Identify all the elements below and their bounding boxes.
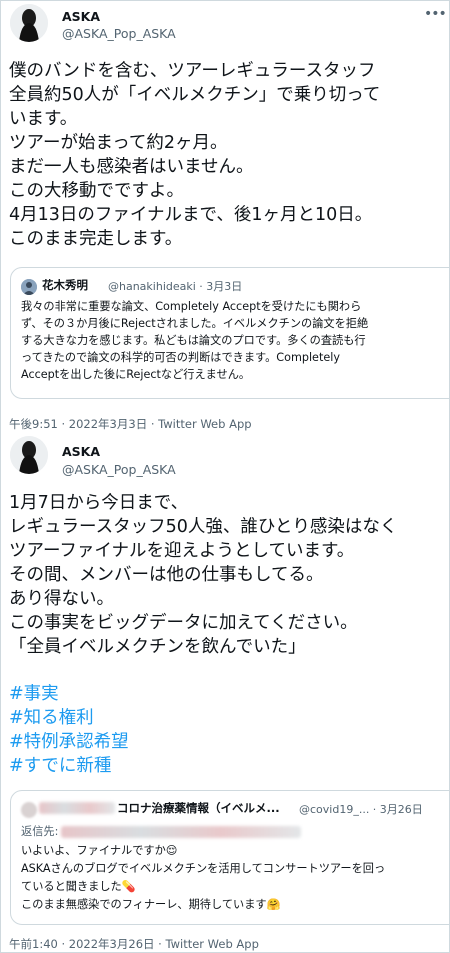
avatar[interactable] [10, 436, 48, 474]
blurred-name-redaction [39, 802, 115, 814]
quoted-tweet[interactable]: 花木秀明 @hanakihideaki · 3月3日 我々の非常に重要な論文、C… [10, 267, 450, 399]
tweet-text-line: この大移動でですよ。 [9, 181, 184, 201]
quoted-text-line: ていると聞きました💊 [21, 880, 136, 893]
hashtag-link[interactable]: #すでに新種 [9, 755, 111, 777]
tweet-timestamp[interactable]: 午後9:51 · 2022年3月3日 · Twitter Web App [9, 416, 252, 432]
tweet-text-line: この事実をビッグデータに加えてください。 [9, 613, 358, 633]
quoted-text-line: ってきたので論文の科学的可否の判断はできます。Completely [21, 351, 340, 364]
author-name[interactable]: ASKA [62, 444, 100, 459]
tweet-text-line: その間、メンバーは他の仕事もしてる。 [9, 565, 324, 585]
author-name[interactable]: ASKA [62, 9, 100, 24]
hashtag-link[interactable]: #特例承認希望 [9, 731, 129, 753]
quoted-author-name: コロナ治療薬情報（イベルメ... [117, 801, 280, 815]
tweet-text-line: まだ一人も感染者はいません。 [9, 157, 254, 177]
quoted-text-line: ASKAさんのブログでイベルメクチンを活用してコンサートツアーを回っ [21, 862, 386, 875]
ellipsis-icon[interactable]: ••• [424, 6, 447, 22]
tweet-1: ASKA @ASKA_Pop_ASKA ••• 僕のバンドを含む、ツアーレギュラ… [0, 0, 450, 432]
quoted-avatar-blurred [21, 802, 37, 818]
quoted-text-line: このまま無感染でのフィナーレ、期待しています🤗 [21, 898, 281, 911]
tweet-text-line: ツアーが始まって約2ヶ月。 [9, 133, 228, 153]
hashtag-link[interactable]: #知る権利 [9, 707, 94, 729]
hashtag-link[interactable]: #事実 [9, 683, 59, 705]
author-handle[interactable]: @ASKA_Pop_ASKA [62, 26, 176, 41]
tweet-text-line: ツアーファイナルを迎えようとしています。 [9, 541, 355, 561]
quoted-avatar [21, 279, 37, 295]
quoted-text-line: 我々の非常に重要な論文、Completely Acceptを受けたにも関わら [21, 300, 362, 313]
tweet-text-line: 僕のバンドを含む、ツアーレギュラースタッフ [9, 61, 376, 81]
quoted-text-line: する大きな力を感じます。私どもは論文のプロです。多くの査読も行 [21, 334, 366, 347]
quoted-tweet[interactable]: コロナ治療薬情報（イベルメ... @covid19_... · 3月26日 返信… [10, 790, 450, 925]
tweet-text-line: 4月13日のファイナルまで、後1ヶ月と10日。 [9, 205, 373, 225]
quoted-text-line: Acceptを出した後にRejectなど行えません。 [21, 368, 251, 381]
avatar-silhouette-icon [10, 436, 48, 474]
tweet-text-line: 「全員イベルメクチンを飲んでいた」 [9, 637, 306, 657]
quoted-author-handle: @hanakihideaki · 3月3日 [108, 280, 243, 293]
quoted-author-name: 花木秀明 [42, 278, 88, 292]
tweet-text-line: あり得ない。 [9, 589, 114, 609]
tweet-timestamp[interactable]: 午前1:40 · 2022年3月26日 · Twitter Web App [9, 936, 259, 952]
tweet-text-line: 全員約50人が「イベルメクチン」で乗り切って [9, 85, 381, 105]
avatar-silhouette-icon [10, 4, 48, 42]
quoted-text-line: いよいよ、ファイナルですか😌 [21, 844, 178, 857]
tweet-text-line: います。 [9, 109, 78, 129]
blurred-reply-redaction [61, 826, 301, 838]
quoted-text-line: ず、その３か月後にRejectされました。イベルメクチンの論文を拒絶 [21, 317, 369, 330]
tweet-2: ASKA @ASKA_Pop_ASKA 1月7日から今日まで、 レギュラースタッ… [0, 432, 450, 953]
tweet-text-line: 1月7日から今日まで、 [9, 493, 189, 513]
avatar[interactable] [10, 4, 48, 42]
author-handle[interactable]: @ASKA_Pop_ASKA [62, 462, 176, 477]
tweet-text-line: レギュラースタッフ50人強、誰ひとり感染はなく [9, 517, 398, 537]
reply-to-label: 返信先: [21, 825, 59, 838]
quoted-author-handle: @covid19_... · 3月26日 [299, 803, 423, 816]
person-icon [21, 279, 37, 295]
tweet-text-line: このまま完走します。 [9, 229, 183, 249]
